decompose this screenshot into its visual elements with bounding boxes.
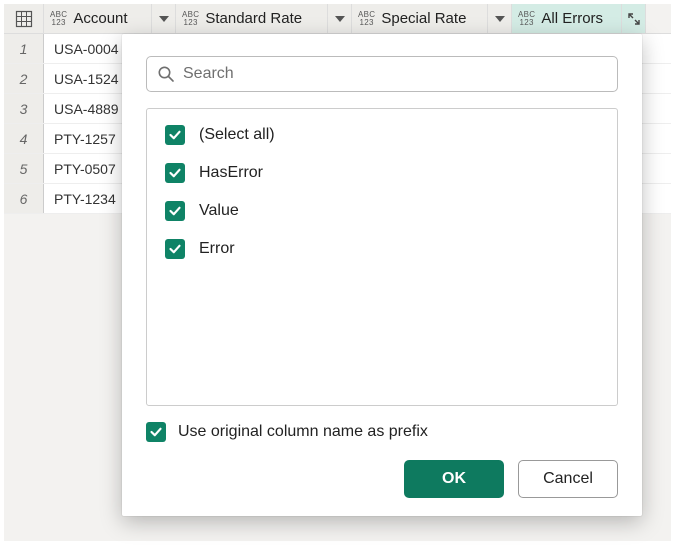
cancel-button[interactable]: Cancel	[518, 460, 618, 498]
option-label: (Select all)	[199, 126, 275, 144]
column-filter-button[interactable]	[151, 4, 175, 33]
column-name: Account	[71, 10, 151, 27]
expand-icon	[626, 12, 642, 26]
row-index: 6	[4, 184, 44, 213]
column-name: All Errors	[539, 10, 621, 27]
option-haserror[interactable]: HasError	[165, 163, 599, 183]
expand-column-popup: (Select all) HasError Value Error Use or…	[122, 34, 642, 516]
type-badge-icon: ABC 123	[516, 11, 539, 27]
option-value[interactable]: Value	[165, 201, 599, 221]
caret-down-icon	[335, 16, 345, 22]
column-header-standard-rate[interactable]: ABC 123 Standard Rate	[176, 4, 352, 33]
column-header-account[interactable]: ABC 123 Account	[44, 4, 176, 33]
caret-down-icon	[159, 16, 169, 22]
table-icon	[15, 10, 33, 28]
column-expand-button[interactable]	[621, 4, 645, 33]
checkbox-checked-icon[interactable]	[165, 163, 185, 183]
row-index: 3	[4, 94, 44, 123]
type-badge-icon: ABC 123	[48, 11, 71, 27]
checkbox-checked-icon[interactable]	[146, 422, 166, 442]
checkbox-checked-icon[interactable]	[165, 239, 185, 259]
type-badge-icon: ABC 123	[180, 11, 203, 27]
row-index: 2	[4, 64, 44, 93]
search-input[interactable]	[183, 65, 607, 83]
option-label: Error	[199, 240, 235, 258]
type-badge-icon: ABC 123	[356, 11, 379, 27]
caret-down-icon	[495, 16, 505, 22]
option-error[interactable]: Error	[165, 239, 599, 259]
column-header-all-errors[interactable]: ABC 123 All Errors	[512, 4, 646, 33]
use-original-name-prefix[interactable]: Use original column name as prefix	[146, 422, 618, 442]
ok-button[interactable]: OK	[404, 460, 504, 498]
column-header-special-rate[interactable]: ABC 123 Special Rate	[352, 4, 512, 33]
option-label: HasError	[199, 164, 263, 182]
column-filter-button[interactable]	[487, 4, 511, 33]
row-index: 4	[4, 124, 44, 153]
prefix-label: Use original column name as prefix	[178, 423, 428, 441]
row-index: 1	[4, 34, 44, 63]
checkbox-checked-icon[interactable]	[165, 125, 185, 145]
column-filter-button[interactable]	[327, 4, 351, 33]
option-select-all[interactable]: (Select all)	[165, 125, 599, 145]
checkbox-checked-icon[interactable]	[165, 201, 185, 221]
grid-header-row: ABC 123 Account ABC 123 Standard Rate AB…	[4, 4, 671, 34]
row-index: 5	[4, 154, 44, 183]
search-box[interactable]	[146, 56, 618, 92]
column-selection-list: (Select all) HasError Value Error	[146, 108, 618, 406]
option-label: Value	[199, 202, 239, 220]
column-name: Special Rate	[379, 10, 487, 27]
dialog-buttons: OK Cancel	[146, 460, 618, 498]
grid-corner-cell[interactable]	[4, 4, 44, 33]
search-icon	[157, 65, 175, 83]
column-name: Standard Rate	[203, 10, 327, 27]
